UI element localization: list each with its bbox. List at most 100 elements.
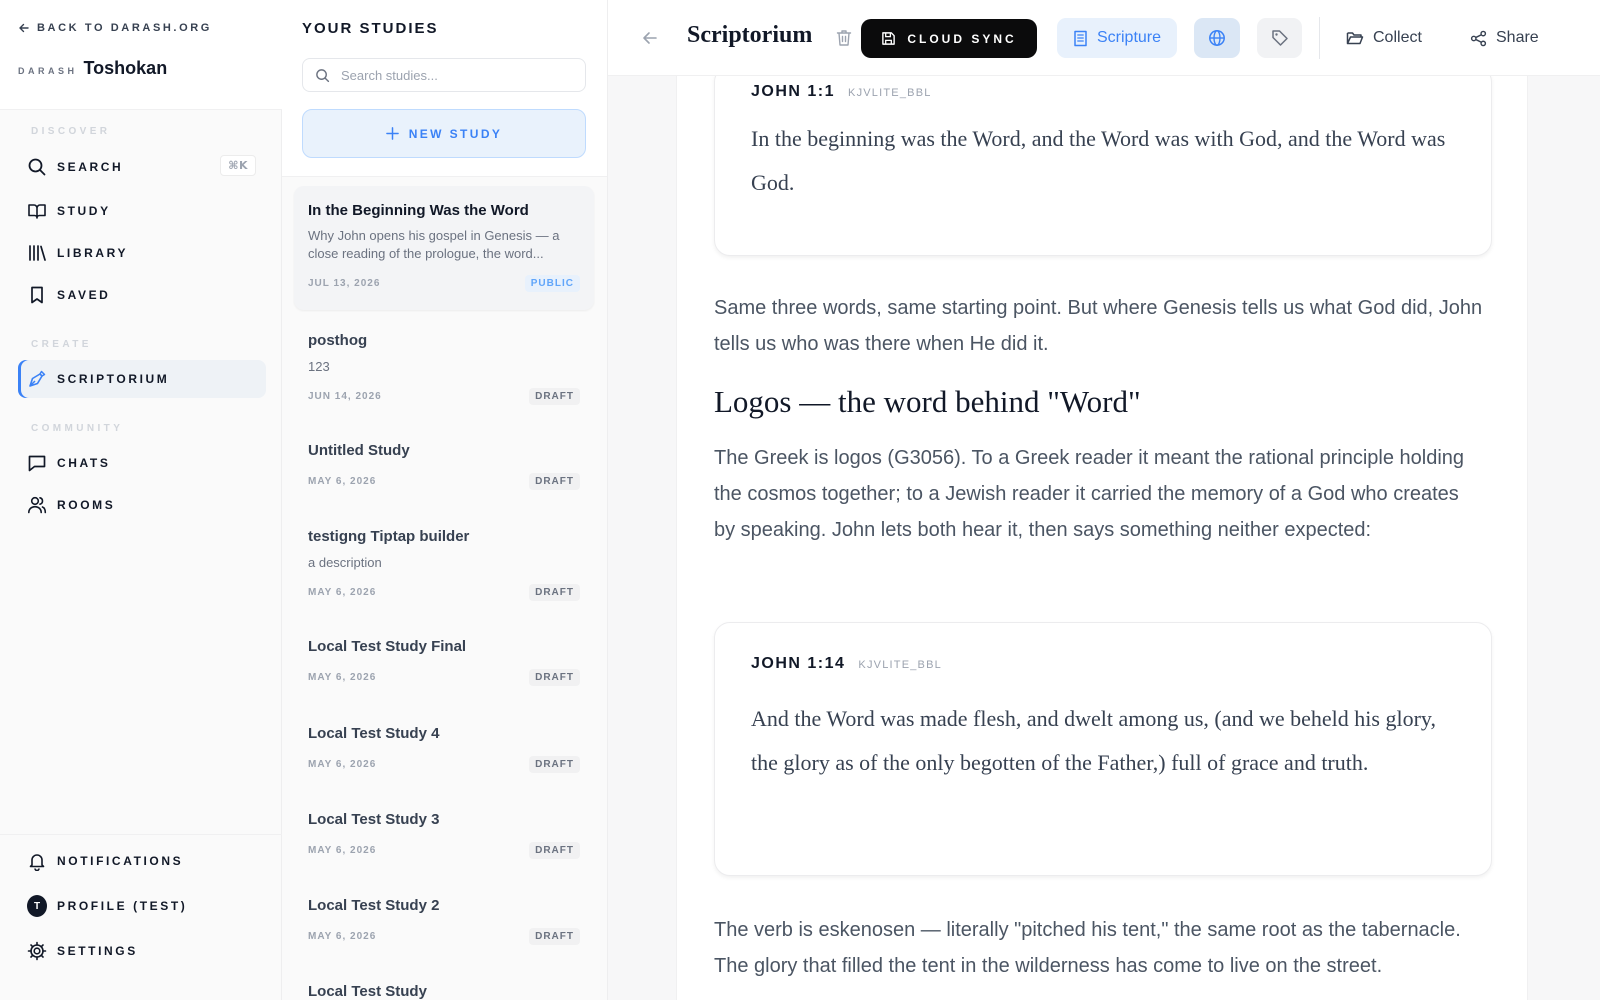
study-card[interactable]: Local Test Study Final MAY 6, 2026 DRAFT xyxy=(294,638,594,686)
study-date: MAY 6, 2026 xyxy=(308,931,377,942)
share-button[interactable]: Share xyxy=(1460,20,1549,56)
globe-icon xyxy=(1208,29,1226,47)
studies-search-input[interactable] xyxy=(341,67,571,83)
status-badge: DRAFT xyxy=(529,756,580,773)
plus-icon xyxy=(385,127,399,140)
study-date: JUL 13, 2026 xyxy=(308,278,381,289)
study-title: Local Test Study Final xyxy=(308,638,467,655)
scripture-button[interactable]: Scripture xyxy=(1057,18,1177,58)
gear-icon xyxy=(27,941,47,961)
study-meta: MAY 6, 2026 DRAFT xyxy=(308,584,580,601)
study-card[interactable]: posthog 123 JUN 14, 2026 DRAFT xyxy=(294,332,594,405)
app-sidebar: BACK TO DARASH.ORG DARASH Toshokan DISCO… xyxy=(0,0,282,1000)
body-paragraph[interactable]: The verb is eskenosen — literally "pitch… xyxy=(714,912,1484,984)
study-card[interactable]: Local Test Study xyxy=(294,983,594,1000)
verse-text: And the Word was made flesh, and dwelt a… xyxy=(751,706,1436,775)
verse-card[interactable]: JOHN 1:1 KJVLITE_BBL In the beginning wa… xyxy=(714,76,1492,256)
sidebar-brand-area: BACK TO DARASH.ORG DARASH Toshokan xyxy=(0,0,282,110)
verse-card[interactable]: JOHN 1:14 KJVLITE_BBL And the Word was m… xyxy=(714,622,1492,876)
folder-open-icon xyxy=(1346,30,1364,46)
verse-header: JOHN 1:1 KJVLITE_BBL xyxy=(751,83,1461,101)
save-icon xyxy=(881,31,896,46)
brand-logo: DARASH Toshokan xyxy=(18,58,167,79)
search-icon xyxy=(315,68,330,83)
language-button[interactable] xyxy=(1194,18,1240,58)
share-label: Share xyxy=(1496,29,1539,46)
sidebar-item-label: CHATS xyxy=(57,456,111,470)
new-study-button[interactable]: NEW STUDY xyxy=(302,109,586,158)
study-card[interactable]: Local Test Study 2 MAY 6, 2026 DRAFT xyxy=(294,897,594,945)
sidebar-item-rooms[interactable]: ROOMS xyxy=(18,486,266,524)
study-title: Untitled Study xyxy=(308,442,410,459)
back-button[interactable] xyxy=(638,26,662,50)
verse-header: JOHN 1:14 KJVLITE_BBL xyxy=(751,655,1461,673)
study-card[interactable]: In the Beginning Was the Word Why John o… xyxy=(294,186,594,310)
study-card[interactable]: Untitled Study MAY 6, 2026 DRAFT xyxy=(294,442,594,490)
sidebar-item-study[interactable]: STUDY xyxy=(18,192,266,230)
study-meta: MAY 6, 2026 DRAFT xyxy=(308,473,580,490)
sidebar-item-label: SCRIPTORIUM xyxy=(57,372,170,386)
brand-name: Toshokan xyxy=(83,58,168,78)
sidebar-item-label: NOTIFICATIONS xyxy=(57,854,184,868)
body-paragraph[interactable]: Same three words, same starting point. B… xyxy=(714,290,1484,362)
sidebar-item-label: SETTINGS xyxy=(57,944,138,958)
body-paragraph[interactable]: The Greek is logos (G3056). To a Greek r… xyxy=(714,440,1484,548)
studies-search-box[interactable] xyxy=(302,58,586,92)
keyboard-shortcut: ⌘K xyxy=(220,155,256,176)
study-title: Local Test Study 3 xyxy=(308,811,440,828)
studies-title: YOUR STUDIES xyxy=(302,20,439,37)
study-title: testigng Tiptap builder xyxy=(308,528,470,545)
study-date: JUN 14, 2026 xyxy=(308,391,382,402)
study-card[interactable]: Local Test Study 4 MAY 6, 2026 DRAFT xyxy=(294,725,594,773)
section-heading[interactable]: Logos — the word behind "Word" xyxy=(714,384,1141,420)
sidebar-item-chats[interactable]: CHATS xyxy=(18,444,266,482)
sidebar-item-settings[interactable]: SETTINGS xyxy=(18,932,266,970)
message-square-icon xyxy=(27,453,47,473)
avatar: T xyxy=(27,895,47,917)
arrow-left-icon xyxy=(641,29,659,47)
sidebar-item-scriptorium[interactable]: SCRIPTORIUM xyxy=(18,360,266,398)
search-icon xyxy=(27,157,47,177)
study-title: posthog xyxy=(308,332,368,349)
study-card[interactable]: testigng Tiptap builder a description MA… xyxy=(294,528,594,601)
scripture-label: Scripture xyxy=(1096,29,1162,46)
back-link[interactable]: BACK TO DARASH.ORG xyxy=(19,22,212,34)
study-meta: MAY 6, 2026 DRAFT xyxy=(308,842,580,859)
status-badge: DRAFT xyxy=(529,669,580,686)
study-date: MAY 6, 2026 xyxy=(308,759,377,770)
sidebar-item-library[interactable]: LIBRARY xyxy=(18,234,266,272)
study-description: Why John opens his gospel in Genesis — a… xyxy=(308,228,560,261)
sidebar-item-notifications[interactable]: NOTIFICATIONS xyxy=(18,842,266,880)
studies-header: YOUR STUDIES NEW STUDY xyxy=(282,0,607,177)
section-label-create: CREATE xyxy=(31,339,92,350)
study-title: Local Test Study 4 xyxy=(308,725,440,742)
study-meta: MAY 6, 2026 DRAFT xyxy=(308,928,580,945)
back-link-label: BACK TO DARASH.ORG xyxy=(37,22,212,34)
toolbar-divider xyxy=(1319,17,1320,59)
tags-button[interactable] xyxy=(1257,18,1302,58)
sidebar-item-label: ROOMS xyxy=(57,498,116,512)
users-icon xyxy=(27,495,47,515)
verse-translation: KJVLITE_BBL xyxy=(858,659,942,671)
study-meta: MAY 6, 2026 DRAFT xyxy=(308,756,580,773)
study-title: In the Beginning Was the Word xyxy=(308,202,529,219)
study-card[interactable]: Local Test Study 3 MAY 6, 2026 DRAFT xyxy=(294,811,594,859)
library-icon xyxy=(27,243,47,263)
document-title: Scriptorium xyxy=(687,22,813,48)
cloud-sync-button[interactable]: CLOUD SYNC xyxy=(861,19,1037,58)
sidebar-item-search[interactable]: SEARCH ⌘K xyxy=(18,148,266,186)
document-page[interactable]: JOHN 1:1 KJVLITE_BBL In the beginning wa… xyxy=(676,76,1528,1000)
collect-button[interactable]: Collect xyxy=(1336,20,1432,56)
status-badge: DRAFT xyxy=(529,473,580,490)
sidebar-item-label: SEARCH xyxy=(57,160,124,174)
delete-button[interactable] xyxy=(834,27,854,49)
verse-reference: JOHN 1:1 xyxy=(751,83,836,100)
new-study-label: NEW STUDY xyxy=(408,126,503,141)
status-badge: PUBLIC xyxy=(524,275,580,292)
sidebar-item-label: LIBRARY xyxy=(57,246,129,260)
sidebar-footer: NOTIFICATIONS T PROFILE (TEST) SETTINGS xyxy=(0,834,282,1000)
sidebar-item-saved[interactable]: SAVED xyxy=(18,276,266,314)
sidebar-item-profile[interactable]: T PROFILE (TEST) xyxy=(18,887,266,925)
section-label-community: COMMUNITY xyxy=(31,423,124,434)
study-date: MAY 6, 2026 xyxy=(308,672,377,683)
